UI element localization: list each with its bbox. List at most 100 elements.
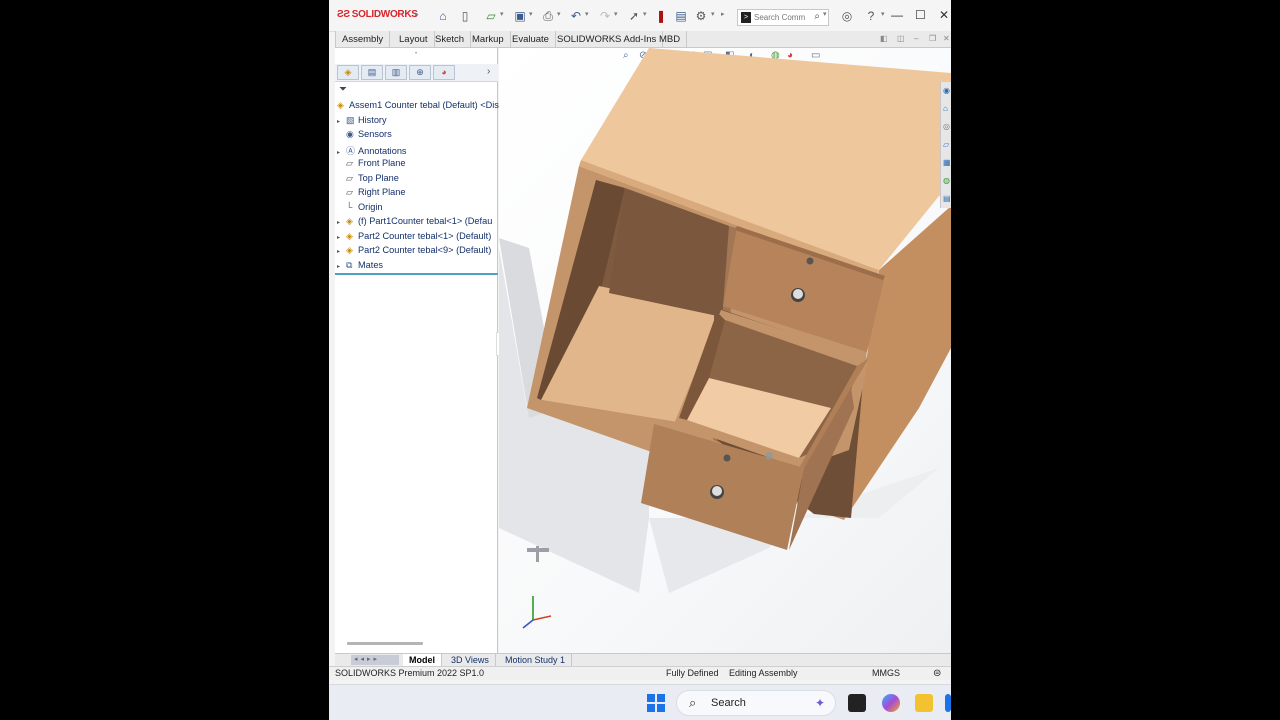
history-icon: ▧ [346, 115, 355, 125]
tab-solidworks-add-ins[interactable]: SOLIDWORKS Add-Ins [551, 31, 664, 48]
letterbox-right [951, 0, 1280, 720]
open-icon[interactable]: ▱ [483, 8, 499, 24]
print-icon[interactable]: ⎙ [540, 8, 556, 24]
tree-item-history[interactable]: ▸ ▧ History [337, 115, 387, 129]
mouse-cursor-hint [765, 452, 773, 460]
design-library-icon[interactable]: ⌂ [943, 104, 951, 114]
tree-item-annotations[interactable]: ▸ Ⓐ Annotations [337, 144, 407, 158]
upper-drawer-handle-ring [793, 289, 803, 299]
property-manager-tab-icon[interactable]: ▤ [361, 65, 383, 80]
view-palette-icon[interactable]: ▱ [943, 140, 951, 150]
file-explorer-icon[interactable]: ◎ [943, 122, 951, 132]
expand-arrow-icon[interactable]: › [487, 66, 490, 77]
home-icon[interactable]: ⌂ [435, 8, 451, 24]
feature-manager-panel: • ◈ ▤ ▥ ⊕ ◕ › ⏷ ◈ Assem1 Counter tebal (D… [335, 48, 502, 654]
undo-icon[interactable]: ↶ [568, 8, 584, 24]
panel-grip[interactable]: • [415, 51, 417, 57]
menu-arrow-icon[interactable]: ▸ [415, 10, 419, 18]
task-pane-strip: ◉ ⌂ ◎ ▱ ▦ ◍ ▤ [940, 82, 951, 208]
tab-mbd[interactable]: MBD [653, 31, 688, 48]
tile-icon[interactable]: ◫ [897, 34, 905, 43]
tree-item-part2-9[interactable]: ▸ ◈ Part2 Counter tebal<9> (Default) [337, 245, 491, 259]
upper-drawer-knob-small [806, 257, 814, 265]
doc-close-button[interactable]: ✕ [943, 34, 950, 43]
task-view-icon[interactable] [848, 694, 866, 712]
rebuild-icon[interactable]: ❚ [653, 8, 669, 24]
redo-icon[interactable]: ↷ [597, 8, 613, 24]
feature-manager-toolbar: ◈ ▤ ▥ ⊕ ◕ › [335, 64, 498, 82]
taskbar-search[interactable]: ⌕ Search ✦ [676, 690, 836, 716]
tab-sketch[interactable]: Sketch [429, 31, 472, 48]
mates-icon: ⧉ [346, 260, 353, 270]
status-units[interactable]: MMGS [872, 668, 900, 678]
solidworks-logo[interactable]: ƧƧ SOLIDWORKS [337, 9, 418, 20]
dimxpert-tab-icon[interactable]: ⊕ [409, 65, 431, 80]
tree-item-part1[interactable]: ▸ ◈ (f) Part1Counter tebal<1> (Defau [337, 216, 492, 230]
quick-tips-icon[interactable]: ⊜ [933, 668, 941, 679]
tree-item-right-plane[interactable]: ▱ Right Plane [337, 187, 406, 201]
tab-evaluate[interactable]: Evaluate [506, 31, 556, 48]
edge-icon[interactable] [945, 694, 951, 712]
search-icon: ⌕ [689, 695, 697, 710]
lower-drawer-handle-ring [712, 486, 722, 496]
rollback-bar[interactable] [335, 273, 498, 275]
doc-minimize-button[interactable]: – [914, 34, 918, 43]
tree-item-origin[interactable]: └ Origin [337, 202, 383, 216]
horizontal-scrollbar[interactable] [347, 642, 423, 645]
search-commands-input[interactable]: > Search Comm ⌕ [737, 9, 829, 26]
doc-restore-button[interactable]: ❐ [929, 34, 936, 43]
status-bar: SOLIDWORKS Premium 2022 SP1.0 Fully Defi… [329, 666, 951, 680]
tab-motion-study[interactable]: Motion Study 1 [499, 654, 573, 666]
windows-start-icon[interactable] [647, 694, 665, 712]
tab-model[interactable]: Model [403, 654, 442, 666]
tree-item-mates[interactable]: ▸ ⧉ Mates [337, 260, 383, 274]
tree-item-front-plane[interactable]: ▱ Front Plane [337, 158, 406, 172]
display-manager-tab-icon[interactable]: ◕ [433, 65, 455, 80]
floor-marker-stem [536, 546, 539, 562]
tab-assembly[interactable]: Assembly [335, 31, 391, 48]
letterbox-left [0, 0, 329, 720]
user-account-icon[interactable]: ◎ [839, 8, 855, 24]
solidworks-resources-icon[interactable]: ◉ [943, 86, 951, 96]
status-editing: Editing Assembly [729, 668, 798, 678]
maximize-button[interactable]: ☐ [915, 8, 926, 22]
new-document-icon[interactable]: ▯ [457, 8, 473, 24]
command-prompt-icon: > [741, 12, 751, 23]
tree-item-sensors[interactable]: ◉ Sensors [337, 129, 392, 143]
help-icon[interactable]: ? [863, 8, 879, 24]
save-icon[interactable]: ▣ [512, 8, 528, 24]
plane-icon: ▱ [346, 187, 353, 197]
assembly-icon: ◈ [337, 100, 344, 110]
file-explorer-taskbar-icon[interactable] [915, 694, 933, 712]
tree-item-top-plane[interactable]: ▱ Top Plane [337, 173, 399, 187]
command-manager-tabs: Assembly Layout Sketch Markup Evaluate S… [335, 31, 951, 48]
annotations-icon: Ⓐ [346, 146, 356, 156]
appearances-icon[interactable]: ▦ [943, 158, 951, 168]
close-button[interactable]: ✕ [939, 8, 949, 22]
tab-markup[interactable]: Markup [466, 31, 511, 48]
solidworks-window: ƧƧ SOLIDWORKS ▸ ⌂ ▯ ▱ ▾ ▣ ▾ ⎙ ▾ ↶ ▾ ↷ ▾ ➚… [329, 0, 951, 720]
model-tabs-bar: ◂◂▸▸ Model 3D Views Motion Study 1 [335, 653, 951, 666]
search-icon[interactable]: ⌕ [814, 11, 820, 22]
custom-properties-icon[interactable]: ◍ [943, 176, 951, 186]
float-icon[interactable]: ◧ [880, 34, 888, 43]
tab-3d-views[interactable]: 3D Views [445, 654, 496, 666]
graphics-area[interactable]: ⌕ ⊘ ⊘ ◨ ⊠ ▣ ◧ ◐ ◍ ◕ ▭ [499, 48, 951, 654]
tree-item-part2-1[interactable]: ▸ ◈ Part2 Counter tebal<1> (Default) [337, 231, 491, 245]
file-properties-icon[interactable]: ▤ [673, 8, 689, 24]
copilot-icon[interactable] [882, 694, 900, 712]
forum-icon[interactable]: ▤ [943, 194, 951, 204]
part-icon: ◈ [346, 231, 353, 241]
minimize-button[interactable]: — [891, 8, 903, 22]
cabinet-model[interactable] [499, 48, 951, 654]
configuration-manager-tab-icon[interactable]: ▥ [385, 65, 407, 80]
copilot-sparkle-icon: ✦ [814, 696, 825, 710]
sensors-icon: ◉ [346, 129, 354, 139]
options-icon[interactable]: ⚙ [693, 8, 709, 24]
tree-root-assembly[interactable]: ◈ Assem1 Counter tebal (Default) <Dis [337, 100, 499, 114]
select-icon[interactable]: ➚ [626, 8, 642, 24]
plane-icon: ▱ [346, 173, 353, 183]
feature-tree-tab-icon[interactable]: ◈ [337, 65, 359, 80]
filter-icon[interactable]: ⏷ [339, 84, 347, 95]
tab-scroll-arrows[interactable]: ◂◂▸▸ [351, 655, 399, 665]
